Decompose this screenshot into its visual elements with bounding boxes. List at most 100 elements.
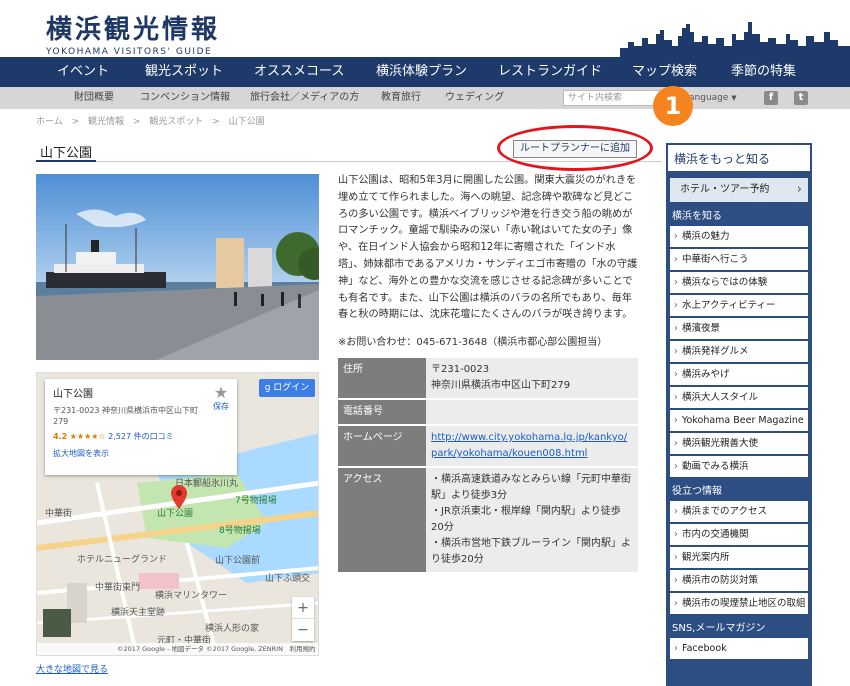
sidebar-section-title: 横浜を知る — [672, 211, 722, 222]
sidebar-item-access[interactable]: 横浜までのアクセス — [670, 501, 808, 522]
address-label: 住所 — [338, 358, 426, 400]
twitter-icon[interactable]: t — [794, 91, 808, 105]
nav-item-spots[interactable]: 観光スポット — [145, 57, 223, 87]
sidebar-item-gourmet[interactable]: 横浜発祥グルメ — [670, 341, 808, 362]
skyline-illustration — [620, 22, 850, 58]
nav-item-seasonal[interactable]: 季節の特集 — [731, 57, 796, 87]
reviews-link[interactable]: 2,527 件の口コミ — [108, 432, 173, 441]
chevron-down-icon: ▼ — [731, 94, 737, 102]
map-label: 山下公園前 — [215, 556, 261, 566]
nav-item-restaurants[interactable]: レストランガイド — [498, 57, 602, 87]
sidebar-item-no-smoking[interactable]: 横浜市の喫煙禁止地区の取組 — [670, 593, 808, 614]
nav-item-event[interactable]: イベント — [57, 57, 109, 87]
sidebar-section-title: 役立つ情報 — [672, 486, 722, 497]
zoom-in-button[interactable]: + — [292, 597, 314, 619]
table-row: ホームページ http://www.city.yokohama.lg.jp/ka… — [338, 425, 638, 468]
rating-value: 4.2 — [53, 432, 68, 441]
phone-value — [426, 399, 638, 426]
sidebar-item-chinatown[interactable]: 中華街へ行こう — [670, 249, 808, 270]
map-zoom-control: + − — [292, 597, 314, 641]
map-label: 中華街 — [45, 509, 73, 519]
sidebar-heading: 横浜をもっと知る — [668, 145, 810, 173]
sidebar-item-water-activity[interactable]: 水上アクティビティー — [670, 295, 808, 316]
subnav-item-convention[interactable]: コンベンション情報 — [140, 87, 230, 109]
view-large-map-link[interactable]: 大きな地図で見る — [36, 662, 108, 675]
nav-item-map-search[interactable]: マップ検索 — [632, 57, 697, 87]
map-label: 横浜人形の家 — [205, 624, 260, 634]
sidebar-item-charm[interactable]: 横浜の魅力 — [670, 226, 808, 247]
address-zip: 〒231-0023 — [431, 364, 490, 375]
address-text: 神奈川県横浜市中区山下町279 — [431, 380, 571, 391]
map-place-address: 〒231-0023 神奈川県横浜市中区山下町279 — [53, 406, 199, 426]
breadcrumb-current: 山下公園 — [228, 117, 265, 127]
subnav-item-media[interactable]: 旅行会社／メディアの方 — [250, 87, 359, 109]
subnav-item-education[interactable]: 教育旅行 — [381, 87, 421, 109]
map-rating: 4.2 ★★★★☆ 2,527 件の口コミ — [53, 431, 229, 442]
phone-label: 電話番号 — [338, 399, 426, 426]
breadcrumb-home[interactable]: ホーム — [36, 117, 63, 127]
homepage-link[interactable]: http://www.city.yokohama.lg.jp/kankyo/pa… — [431, 432, 627, 459]
main-nav: イベント 観光スポット オススメコース 横浜体験プラン レストランガイド マップ… — [0, 57, 850, 87]
save-place-button[interactable]: ★ 保存 — [213, 385, 229, 412]
access-label: アクセス — [338, 467, 426, 574]
breadcrumb-separator: > — [212, 117, 220, 127]
breadcrumb-spots[interactable]: 観光スポット — [149, 117, 203, 127]
zoom-out-button[interactable]: − — [292, 619, 314, 641]
sidebar-item-ambassador[interactable]: 横浜観光親善大使 — [670, 433, 808, 454]
nav-item-experience[interactable]: 横浜体験プラン — [376, 57, 467, 87]
map-pin-icon[interactable] — [171, 485, 187, 509]
page: 横浜観光情報 YOKOHAMA VISITORS' GUIDE イベント 観光ス… — [0, 0, 850, 686]
access-value: ・横浜高速鉄道みなとみらい線「元町中華街駅」より徒歩3分 ・JR京浜東北・根岸線… — [426, 467, 638, 574]
subnav-item-foundation[interactable]: 財団概要 — [74, 87, 114, 109]
map-label: 8号物揚場 — [219, 526, 261, 536]
spot-description: 山下公園は、昭和5年3月に開園した公園。関東大震災のがれきを埋め立てて作られまし… — [338, 175, 638, 321]
map-attribution: ©2017 Google - 地図データ ©2017 Google, ZENRI… — [37, 643, 318, 655]
enlarge-map-link[interactable]: 拡大地図を表示 — [53, 448, 229, 459]
site-title: 横浜観光情報 — [46, 15, 221, 45]
sidebar-item-adult-style[interactable]: 横浜大人スタイル — [670, 387, 808, 408]
map-label: 横浜天主堂跡 — [111, 608, 166, 618]
homepage-label: ホームページ — [338, 425, 426, 468]
hotel-tour-booking-button[interactable]: ホテル・ツアー予約 — [670, 178, 808, 202]
sidebar-item-facebook[interactable]: Facebook — [670, 638, 808, 659]
sidebar: 横浜をもっと知る ホテル・ツアー予約 横浜を知る 横浜の魅力 中華街へ行こう 横… — [666, 143, 812, 686]
sidebar-item-disaster[interactable]: 横浜市の防災対策 — [670, 570, 808, 591]
step-badge: 1 — [653, 86, 693, 126]
breadcrumb: ホーム > 観光情報 > 観光スポット > 山下公園 — [36, 114, 271, 127]
map-place-name: 山下公園 — [53, 389, 93, 400]
map-label: 山下ふ頭交 — [265, 574, 311, 584]
sidebar-section-title: SNS,メールマガジン — [672, 623, 766, 634]
site-subtitle: YOKOHAMA VISITORS' GUIDE — [46, 47, 213, 57]
google-map[interactable]: 山下公園 〒231-0023 神奈川県横浜市中区山下町279 4.2 ★★★★☆… — [36, 372, 319, 656]
page-title: 山下公園 — [36, 140, 97, 162]
map-label: 横浜マリンタワー — [155, 591, 228, 601]
breadcrumb-tourism[interactable]: 観光情報 — [88, 117, 124, 127]
google-login-button[interactable]: g ログイン — [259, 379, 315, 397]
sidebar-item-transport[interactable]: 市内の交通機関 — [670, 524, 808, 545]
nav-item-courses[interactable]: オススメコース — [254, 57, 344, 87]
breadcrumb-separator: > — [71, 117, 80, 127]
rating-stars: ★★★★☆ — [69, 432, 106, 441]
subnav-item-wedding[interactable]: ウェディング — [445, 87, 504, 109]
address-value: 〒231-0023 神奈川県横浜市中区山下町279 — [426, 358, 638, 400]
sidebar-item-night-view[interactable]: 横濱夜景 — [670, 318, 808, 339]
homepage-value: http://www.city.yokohama.lg.jp/kankyo/pa… — [426, 425, 638, 468]
access-item: ・JR京浜東北・根岸線「関内駅」より徒歩20分 — [431, 506, 621, 533]
sidebar-item-info-center[interactable]: 観光案内所 — [670, 547, 808, 568]
save-label: 保存 — [213, 402, 229, 411]
sidebar-item-videos[interactable]: 動画でみる横浜 — [670, 456, 808, 477]
access-item: ・横浜高速鉄道みなとみらい線「元町中華街駅」より徒歩3分 — [431, 474, 631, 501]
site-logo[interactable]: 横浜観光情報 YOKOHAMA VISITORS' GUIDE — [46, 9, 220, 57]
star-icon: ★ — [213, 383, 229, 402]
contact-info: ※お問い合わせ：045-671-3648（横浜市都心部公園担当） — [338, 337, 608, 348]
sub-nav: 財団概要 コンベンション情報 旅行会社／メディアの方 教育旅行 ウェディング サ… — [0, 87, 850, 109]
sidebar-item-experience[interactable]: 横浜ならではの体験 — [670, 272, 808, 293]
table-row: アクセス ・横浜高速鉄道みなとみらい線「元町中華街駅」より徒歩3分 ・JR京浜東… — [338, 467, 638, 574]
sidebar-item-souvenirs[interactable]: 横浜みやげ — [670, 364, 808, 385]
table-row: 住所 〒231-0023 神奈川県横浜市中区山下町279 — [338, 358, 638, 400]
facebook-icon[interactable]: f — [764, 91, 778, 105]
map-label: 中華街東門 — [95, 583, 141, 593]
sidebar-item-beer-magazine[interactable]: Yokohama Beer Magazine — [670, 410, 808, 431]
breadcrumb-separator: > — [132, 117, 141, 127]
map-label: ホテルニューグランド — [77, 555, 168, 565]
